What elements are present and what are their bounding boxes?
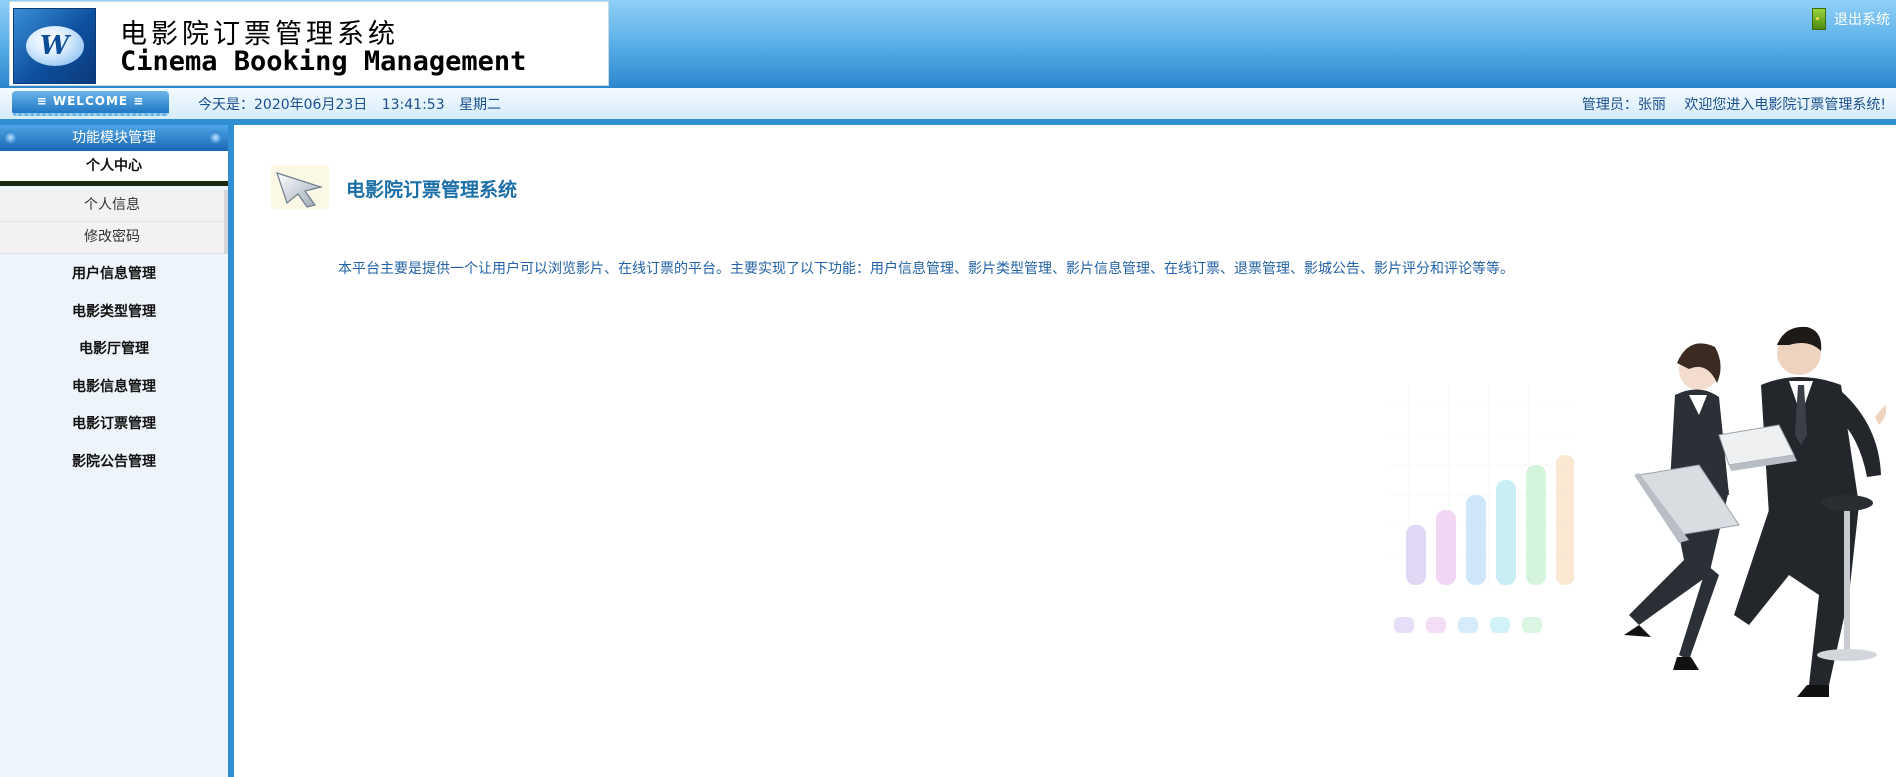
- w-logo-icon: W: [13, 8, 96, 84]
- time-label: 13:41:53: [381, 97, 445, 113]
- date-label: 今天是：2020年06月23日: [198, 97, 368, 113]
- arrow-pointer-icon: [271, 165, 329, 209]
- admin-name: 管理员：张丽: [1581, 97, 1666, 113]
- sidebar-item-personal-info[interactable]: 个人信息: [0, 190, 224, 222]
- circle-ornament-icon: [4, 131, 17, 144]
- welcome-message: 欢迎您进入电影院订票管理系统!: [1684, 97, 1886, 113]
- welcome-badge: ≡ WELCOME ≡: [12, 91, 169, 116]
- sidebar-group-personal-center[interactable]: 个人中心: [0, 151, 228, 186]
- sidebar-item-hall[interactable]: 电影厅管理: [0, 331, 228, 369]
- sidebar-item-movie-info[interactable]: 电影信息管理: [0, 369, 228, 407]
- sidebar-submenu: 个人信息 修改密码: [0, 190, 228, 254]
- system-title-en: Cinema Booking Management: [120, 46, 527, 77]
- weekday-label: 星期二: [459, 97, 502, 113]
- sidebar-item-change-password[interactable]: 修改密码: [0, 222, 224, 254]
- page-title: 电影院订票管理系统: [346, 179, 518, 201]
- system-description: 本平台主要是提供一个让用户可以浏览影片、在线订票的平台。主要实现了以下功能：用户…: [338, 261, 1514, 277]
- circle-ornament-icon: [209, 131, 222, 144]
- logout-label: 退出系统: [1834, 12, 1890, 28]
- date-display: 今天是：2020年06月23日 13:41:53 星期二: [198, 94, 511, 114]
- sidebar-item-movie-type[interactable]: 电影类型管理: [0, 294, 228, 332]
- main-content: 电影院订票管理系统 本平台主要是提供一个让用户可以浏览影片、在线订票的平台。主要…: [234, 125, 1896, 777]
- sidebar-item-booking[interactable]: 电影订票管理: [0, 406, 228, 444]
- top-header: W 电影院订票管理系统 Cinema Booking Management 退出…: [0, 0, 1896, 88]
- sidebar: 功能模块管理 个人中心 个人信息 修改密码 用户信息管理 电影类型管理 电影厅管…: [0, 125, 234, 777]
- sidebar-item-user-management[interactable]: 用户信息管理: [0, 256, 228, 294]
- business-people-illustration: [1389, 326, 1887, 697]
- admin-welcome: 管理员：张丽 欢迎您进入电影院订票管理系统!: [1582, 94, 1886, 114]
- door-exit-icon: [1812, 8, 1826, 30]
- sidebar-item-announcement[interactable]: 影院公告管理: [0, 444, 228, 482]
- logout-button[interactable]: 退出系统: [1812, 8, 1890, 30]
- logo-banner: W 电影院订票管理系统 Cinema Booking Management: [9, 1, 609, 86]
- info-bar: ≡ WELCOME ≡ 今天是：2020年06月23日 13:41:53 星期二…: [0, 88, 1896, 125]
- sidebar-header: 功能模块管理: [0, 125, 228, 151]
